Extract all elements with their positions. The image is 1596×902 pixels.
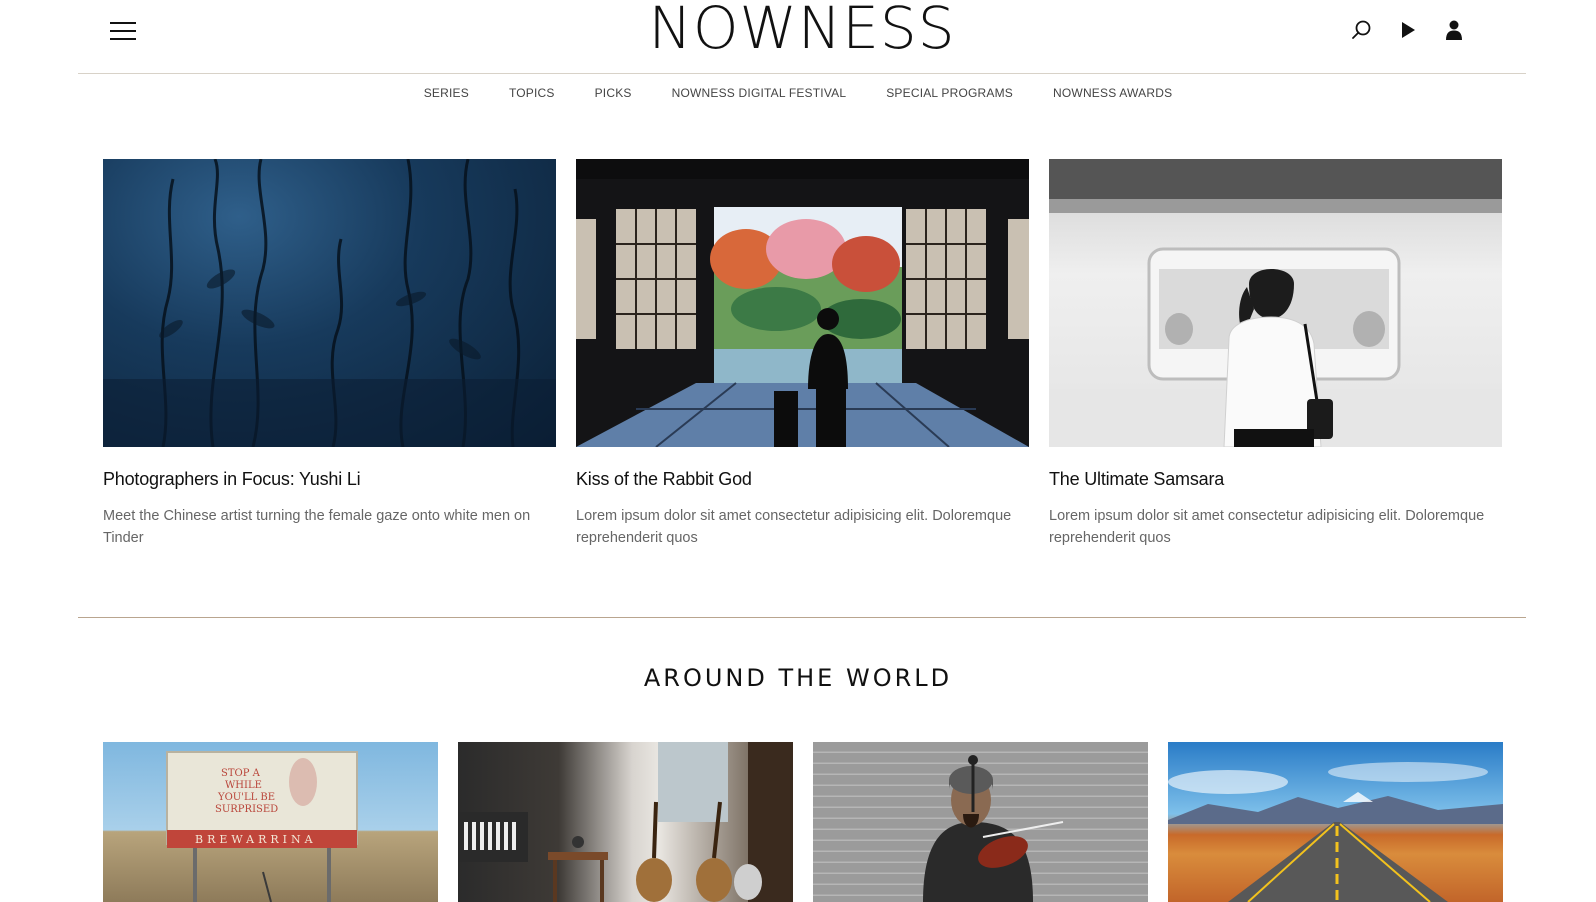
- article-card[interactable]: Photographers in Focus: Yushi Li Meet th…: [103, 159, 556, 549]
- world-thumbnail-brewarrina-sign[interactable]: STOP A WHILE YOU'LL BE SURPRISED BREWARR…: [103, 742, 438, 902]
- section-title: AROUND THE WORLD: [643, 664, 953, 692]
- nav-item-picks[interactable]: PICKS: [595, 86, 632, 100]
- header-actions: [1350, 18, 1466, 42]
- article-thumbnail-train[interactable]: [1049, 159, 1502, 447]
- sign-text-line-2: WHILE: [225, 780, 262, 791]
- featured-articles: Photographers in Focus: Yushi Li Meet th…: [103, 159, 1503, 549]
- play-icon[interactable]: [1396, 18, 1420, 42]
- around-the-world-grid: STOP A WHILE YOU'LL BE SURPRISED BREWARR…: [103, 742, 1503, 902]
- sub-navigation: SERIES TOPICS PICKS NOWNESS DIGITAL FEST…: [0, 86, 1596, 100]
- nav-item-awards[interactable]: NOWNESS AWARDS: [1053, 86, 1172, 100]
- site-header: NOWNESS: [78, 0, 1526, 74]
- article-title[interactable]: Kiss of the Rabbit God: [576, 467, 1029, 491]
- article-card[interactable]: Kiss of the Rabbit God Lorem ipsum dolor…: [576, 159, 1029, 549]
- article-thumbnail-temple[interactable]: [576, 159, 1029, 447]
- site-logo[interactable]: NOWNESS: [78, 0, 1526, 60]
- sign-text-brewarrina: BREWARRINA: [195, 833, 317, 846]
- nav-item-series[interactable]: SERIES: [424, 86, 469, 100]
- article-description: Lorem ipsum dolor sit amet consectetur a…: [576, 508, 1012, 546]
- section-divider: [78, 617, 1526, 618]
- world-thumbnail-desert-road[interactable]: [1168, 742, 1503, 902]
- user-icon[interactable]: [1442, 18, 1466, 42]
- nav-item-special-programs[interactable]: SPECIAL PROGRAMS: [886, 86, 1013, 100]
- article-thumbnail-kelp-forest[interactable]: [103, 159, 556, 447]
- article-card[interactable]: The Ultimate Samsara Lorem ipsum dolor s…: [1049, 159, 1502, 549]
- nav-item-topics[interactable]: TOPICS: [509, 86, 555, 100]
- nav-item-digital-festival[interactable]: NOWNESS DIGITAL FESTIVAL: [672, 86, 847, 100]
- world-thumbnail-violinist[interactable]: [813, 742, 1148, 902]
- article-title[interactable]: The Ultimate Samsara: [1049, 467, 1502, 491]
- sign-text-line-1: STOP A: [221, 768, 261, 779]
- article-title[interactable]: Photographers in Focus: Yushi Li: [103, 467, 556, 491]
- sign-text-line-4: SURPRISED: [215, 804, 278, 815]
- world-thumbnail-music-studio[interactable]: [458, 742, 793, 902]
- search-icon[interactable]: [1350, 18, 1374, 42]
- sign-text-line-3: YOU'LL BE: [217, 792, 275, 803]
- article-description: Meet the Chinese artist turning the fema…: [103, 508, 531, 546]
- article-description: Lorem ipsum dolor sit amet consectetur a…: [1049, 508, 1485, 546]
